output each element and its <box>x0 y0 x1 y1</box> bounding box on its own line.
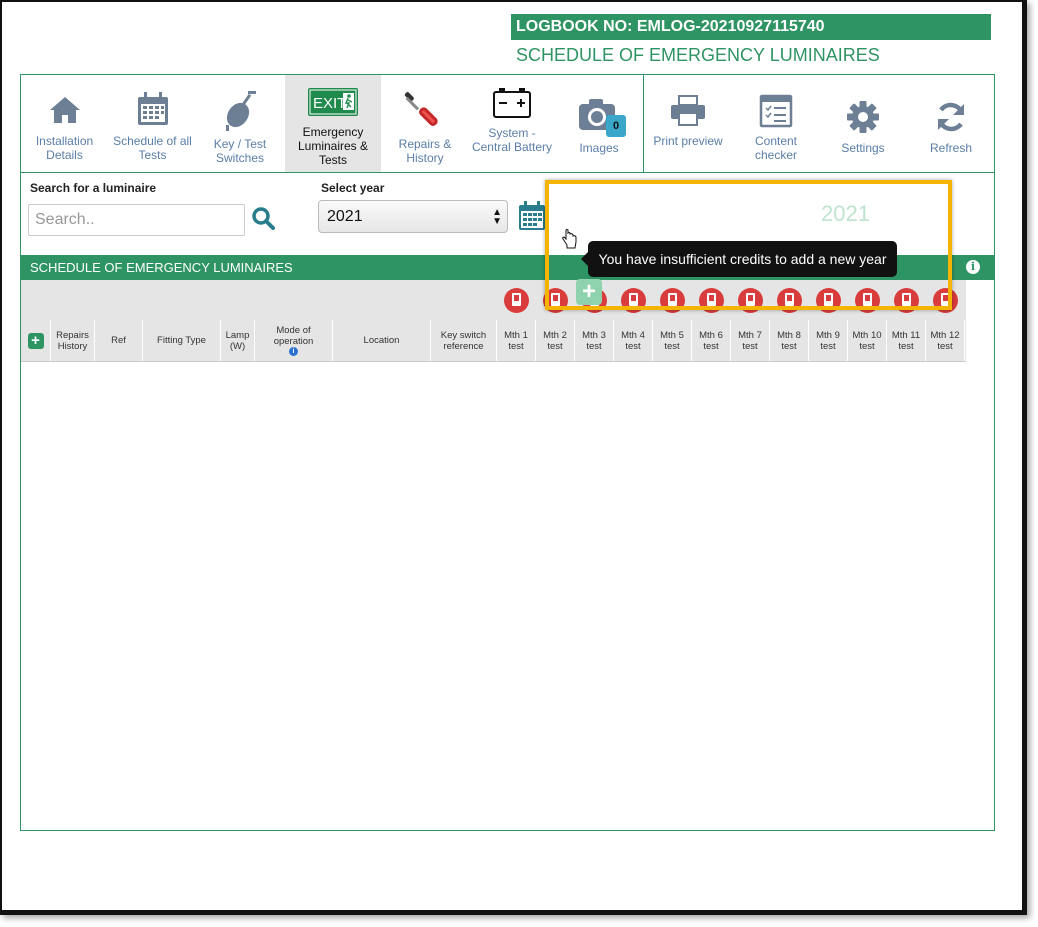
add-luminaire-icon[interactable]: + <box>27 332 44 349</box>
screwdriver-icon <box>404 92 438 126</box>
tool-label: Settings <box>841 141 885 155</box>
mode-info-icon[interactable]: i <box>289 347 298 356</box>
tool-images[interactable]: 0 Images <box>557 75 641 172</box>
logbook-number: LOGBOOK NO: EMLOG-20210927115740 <box>511 14 991 40</box>
checklist-icon <box>759 94 793 128</box>
column-divider <box>575 485 576 525</box>
tool-installation-details[interactable]: Installation Details <box>21 75 108 172</box>
tool-label: Emergency Luminaires & Tests <box>297 125 369 167</box>
col-month-2: Mth 2 test <box>536 320 575 361</box>
col-month-7: Mth 7 test <box>731 320 770 361</box>
column-divider <box>926 485 927 525</box>
svg-text:EXIT: EXIT <box>313 95 346 112</box>
col-mode-label: Mode of operation <box>273 325 314 347</box>
tool-schedule-all-tests[interactable]: Schedule of all Tests <box>110 75 195 172</box>
images-badge: 0 <box>606 115 626 137</box>
column-divider <box>614 485 615 525</box>
page-subtitle: SCHEDULE OF EMERGENCY LUMINAIRES <box>516 45 880 65</box>
tool-label: Repairs & History <box>398 137 452 165</box>
col-month-10: Mth 10 test <box>848 320 887 361</box>
tool-label: System - Central Battery <box>471 126 553 154</box>
column-divider <box>653 485 654 525</box>
tool-print-preview[interactable]: Print preview <box>645 75 731 172</box>
tool-label: Print preview <box>653 134 723 148</box>
tool-refresh[interactable]: Refresh <box>908 75 994 172</box>
house-icon <box>49 97 80 123</box>
column-divider <box>887 485 888 525</box>
refresh-icon <box>937 102 965 132</box>
pdf-doc-glyph <box>512 293 521 306</box>
tooltip: You have insufficient credits to add a n… <box>581 241 897 277</box>
tool-label: Content checker <box>754 134 798 162</box>
select-arrows-icon: ▲ ▼ <box>492 207 502 227</box>
pdf-month-1-icon[interactable] <box>504 288 529 313</box>
col-month-4: Mth 4 test <box>614 320 653 361</box>
year-label: Select year <box>321 181 385 195</box>
tool-label: Images <box>579 141 619 155</box>
year-select-value: 2021 <box>327 208 363 225</box>
tool-label: Key / Test Switches <box>213 137 267 165</box>
tool-label: Installation Details <box>35 134 94 162</box>
key-switch-icon <box>226 91 256 131</box>
col-lamp: Lamp (W) <box>221 320 255 361</box>
col-month-3: Mth 3 test <box>575 320 614 361</box>
column-divider <box>536 485 537 525</box>
tool-settings[interactable]: Settings <box>820 75 906 172</box>
table-header-row: + Repairs History Ref Fitting Type Lamp … <box>21 320 966 362</box>
col-month-1: Mth 1 test <box>497 320 536 361</box>
search-input[interactable]: Search.. <box>28 204 245 236</box>
col-month-5: Mth 5 test <box>653 320 692 361</box>
section-title: SCHEDULE OF EMERGENCY LUMINAIRES <box>30 260 293 275</box>
col-month-8: Mth 8 test <box>770 320 809 361</box>
calendar-icon <box>137 92 168 125</box>
col-month-11: Mth 11 test <box>887 320 926 361</box>
calendar-button-icon[interactable] <box>518 201 546 231</box>
col-month-12: Mth 12 test <box>926 320 965 361</box>
tool-key-test-switches[interactable]: Key / Test Switches <box>197 75 283 172</box>
search-label: Search for a luminaire <box>30 181 157 195</box>
col-month-6: Mth 6 test <box>692 320 731 361</box>
col-mode-of-operation: Mode of operation i <box>255 320 333 361</box>
col-ref: Ref <box>95 320 143 361</box>
battery-icon <box>493 88 531 118</box>
tool-repairs-history[interactable]: Repairs & History <box>383 75 467 172</box>
year-select[interactable]: 2021 ▲ ▼ <box>318 200 508 233</box>
gear-icon <box>847 101 879 133</box>
tool-emergency-luminaires[interactable]: EXIT Emergency Luminaires & Tests <box>285 75 381 172</box>
tool-label: Refresh <box>929 141 973 155</box>
tool-content-checker[interactable]: Content checker <box>733 75 819 172</box>
add-row-cell: + <box>21 320 51 361</box>
tool-central-battery[interactable]: System - Central Battery <box>469 75 555 172</box>
info-icon[interactable]: i <box>966 260 980 274</box>
col-month-9: Mth 9 test <box>809 320 848 361</box>
column-divider <box>848 485 849 525</box>
exit-sign-icon: EXIT <box>308 88 358 116</box>
printer-icon <box>671 95 705 126</box>
col-key-switch-reference: Key switch reference <box>431 320 497 361</box>
column-divider <box>497 485 498 525</box>
search-icon[interactable] <box>251 206 275 230</box>
col-fitting-type: Fitting Type <box>143 320 221 361</box>
toolbar: Installation Details Schedule of all Tes… <box>21 75 994 173</box>
column-divider <box>731 485 732 525</box>
col-location: Location <box>333 320 431 361</box>
tool-label: Schedule of all Tests <box>113 134 192 162</box>
column-divider <box>692 485 693 525</box>
col-repairs-history: Repairs History <box>51 320 95 361</box>
hand-cursor-icon <box>562 229 577 249</box>
toolbar-separator <box>643 75 644 172</box>
column-divider <box>809 485 810 525</box>
column-divider <box>770 485 771 525</box>
